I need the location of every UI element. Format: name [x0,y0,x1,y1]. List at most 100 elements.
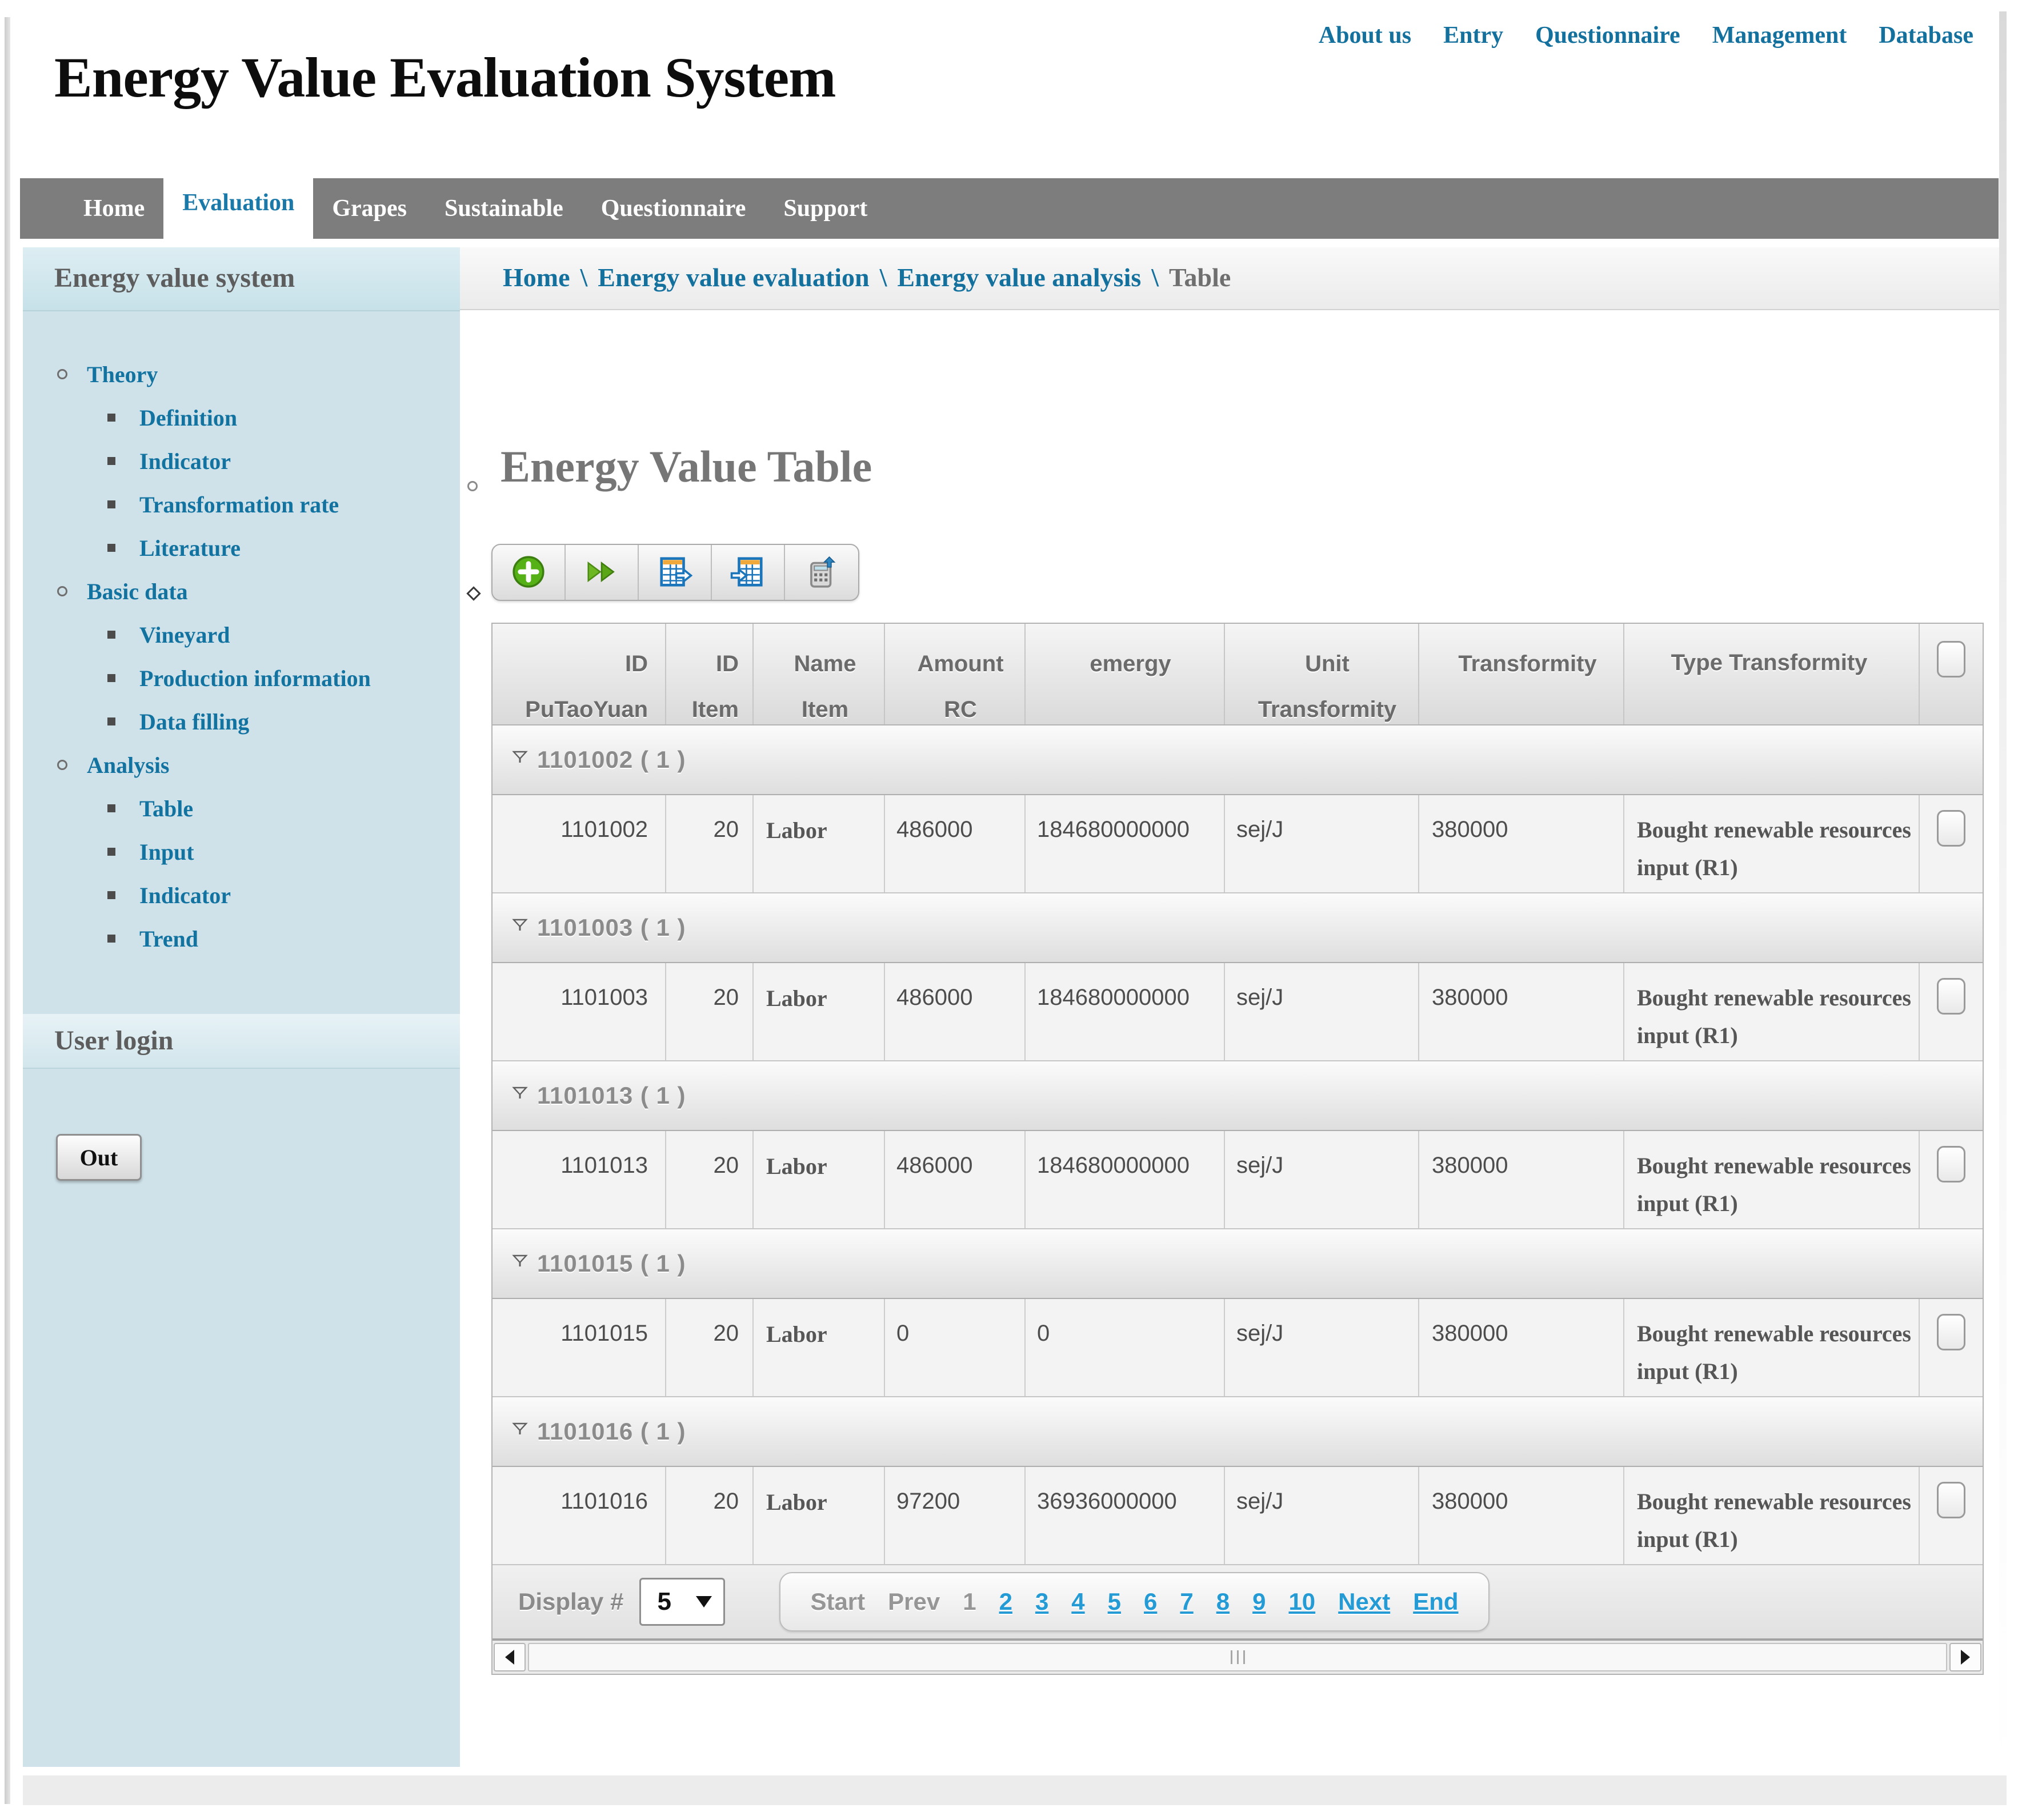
row-checkbox[interactable] [1937,1482,1965,1518]
breadcrumb-home[interactable]: Home [503,263,570,292]
sidebar-item-label: Analysis [87,752,170,779]
pagination-page-2[interactable]: 2 [999,1588,1012,1615]
cell-transformity: 380000 [1419,963,1624,1060]
sidebar-item-vineyard[interactable]: Vineyard [23,613,460,656]
cell-unit-transformity: sej/J [1225,1467,1419,1564]
add-icon [511,554,546,591]
sidebar-item-basic-data[interactable]: Basic data [23,570,460,613]
chevron-down-icon [696,1596,712,1607]
column-header-name-item: Name Item [754,624,885,724]
sidebar-menu: Theory Definition Indicator Transformati… [23,352,460,960]
main-heading: Energy Value Table [501,441,872,492]
table-group-header[interactable]: 1101015 ( 1 ) [493,1229,1983,1299]
collapse-icon [512,917,528,935]
grip-icon [1237,1650,1239,1664]
cell-type-transformity: Bought renewable resources input (R1) [1624,1467,1920,1564]
cell-unit-transformity: sej/J [1225,1299,1419,1396]
square-bullet-icon [107,804,115,812]
sidebar-item-input[interactable]: Input [23,830,460,873]
display-count-label: Display # [518,1588,623,1615]
nav-item-support[interactable]: Support [783,195,867,222]
sidebar-item-transformation-rate[interactable]: Transformation rate [23,483,460,526]
sidebar-item-data-filling[interactable]: Data filling [23,700,460,743]
pagination-next[interactable]: Next [1338,1588,1390,1615]
breadcrumb-energy-value-evaluation[interactable]: Energy value evaluation [598,263,869,292]
pagination-page-4[interactable]: 4 [1071,1588,1084,1615]
cell-type-transformity: Bought renewable resources input (R1) [1624,1299,1920,1396]
square-bullet-icon [107,544,115,552]
nav-item-home[interactable]: Home [83,195,145,222]
top-link-questionnaire[interactable]: Questionnaire [1535,22,1680,49]
arrow-right-icon [1961,1650,1970,1665]
sidebar-item-trend[interactable]: Trend [23,917,460,960]
square-bullet-icon [107,674,115,682]
sidebar-item-indicator-analysis[interactable]: Indicator [23,873,460,917]
select-all-checkbox[interactable] [1937,641,1965,678]
pagination-page-3[interactable]: 3 [1035,1588,1048,1615]
table-group-header[interactable]: 1101013 ( 1 ) [493,1061,1983,1131]
pagination-page-6[interactable]: 6 [1144,1588,1157,1615]
pagination-page-7[interactable]: 7 [1180,1588,1193,1615]
toolbar-calculator-button[interactable] [785,545,858,600]
cell-name-item: Labor [754,1467,885,1564]
cell-type-transformity: Bought renewable resources input (R1) [1624,795,1920,892]
pagination-start[interactable]: Start [810,1588,865,1615]
logout-button[interactable]: Out [56,1134,142,1181]
grip-icon [1231,1650,1232,1664]
breadcrumb-energy-value-analysis[interactable]: Energy value analysis [897,263,1141,292]
pagination-page-1[interactable]: 1 [963,1588,976,1615]
sidebar-item-literature[interactable]: Literature [23,526,460,570]
cell-emergy: 184680000000 [1026,963,1225,1060]
square-bullet-icon [107,414,115,422]
toolbar-export-button[interactable] [639,545,712,600]
pagination-prev[interactable]: Prev [888,1588,940,1615]
cell-amount-rc: 486000 [885,795,1026,892]
square-bullet-icon [107,500,115,508]
scroll-left-button[interactable] [494,1643,526,1671]
table-group-header[interactable]: 1101003 ( 1 ) [493,893,1983,963]
square-bullet-icon [107,717,115,725]
sidebar-item-indicator[interactable]: Indicator [23,439,460,483]
sidebar-item-theory[interactable]: Theory [23,352,460,396]
display-count-select[interactable]: 5 [639,1578,725,1626]
pagination-page-8[interactable]: 8 [1216,1588,1230,1615]
top-link-management[interactable]: Management [1712,22,1847,49]
top-link-about-us[interactable]: About us [1319,22,1411,49]
scrollbar-thumb[interactable] [528,1643,1947,1671]
nav-item-grapes[interactable]: Grapes [332,195,407,222]
top-link-database[interactable]: Database [1879,22,1973,49]
square-bullet-icon [107,935,115,943]
breadcrumb-separator: \ [1151,263,1159,292]
toolbar-process-button[interactable] [566,545,639,600]
row-checkbox[interactable] [1937,978,1965,1015]
cell-amount-rc: 0 [885,1299,1026,1396]
column-header-select [1920,624,1983,724]
sidebar-item-analysis[interactable]: Analysis [23,743,460,787]
table-row: 1101002 20 Labor 486000 184680000000 sej… [493,795,1983,893]
nav-item-sustainable[interactable]: Sustainable [445,195,563,222]
collapse-icon [512,1085,528,1103]
table-row: 1101013 20 Labor 486000 184680000000 sej… [493,1131,1983,1229]
pagination-page-10[interactable]: 10 [1288,1588,1315,1615]
table-group-header[interactable]: 1101002 ( 1 ) [493,725,1983,795]
toolbar-add-button[interactable] [493,545,566,600]
sidebar-item-production-information[interactable]: Production information [23,656,460,700]
scroll-right-button[interactable] [1949,1643,1981,1671]
sidebar-item-definition[interactable]: Definition [23,396,460,439]
row-checkbox[interactable] [1937,1314,1965,1350]
pagination-page-9[interactable]: 9 [1252,1588,1266,1615]
toolbar-import-button[interactable] [712,545,785,600]
sidebar-item-table[interactable]: Table [23,787,460,830]
pagination-page-5[interactable]: 5 [1108,1588,1121,1615]
group-label: 1101013 ( 1 ) [537,1082,686,1109]
table-group-header[interactable]: 1101016 ( 1 ) [493,1397,1983,1467]
cell-type-transformity: Bought renewable resources input (R1) [1624,1131,1920,1228]
nav-item-questionnaire[interactable]: Questionnaire [601,195,746,222]
nav-item-evaluation[interactable]: Evaluation [163,167,313,239]
row-checkbox[interactable] [1937,1146,1965,1182]
cell-transformity: 380000 [1419,795,1624,892]
top-link-entry[interactable]: Entry [1443,22,1503,49]
pagination-end[interactable]: End [1413,1588,1458,1615]
cell-select [1920,795,1983,892]
row-checkbox[interactable] [1937,810,1965,847]
